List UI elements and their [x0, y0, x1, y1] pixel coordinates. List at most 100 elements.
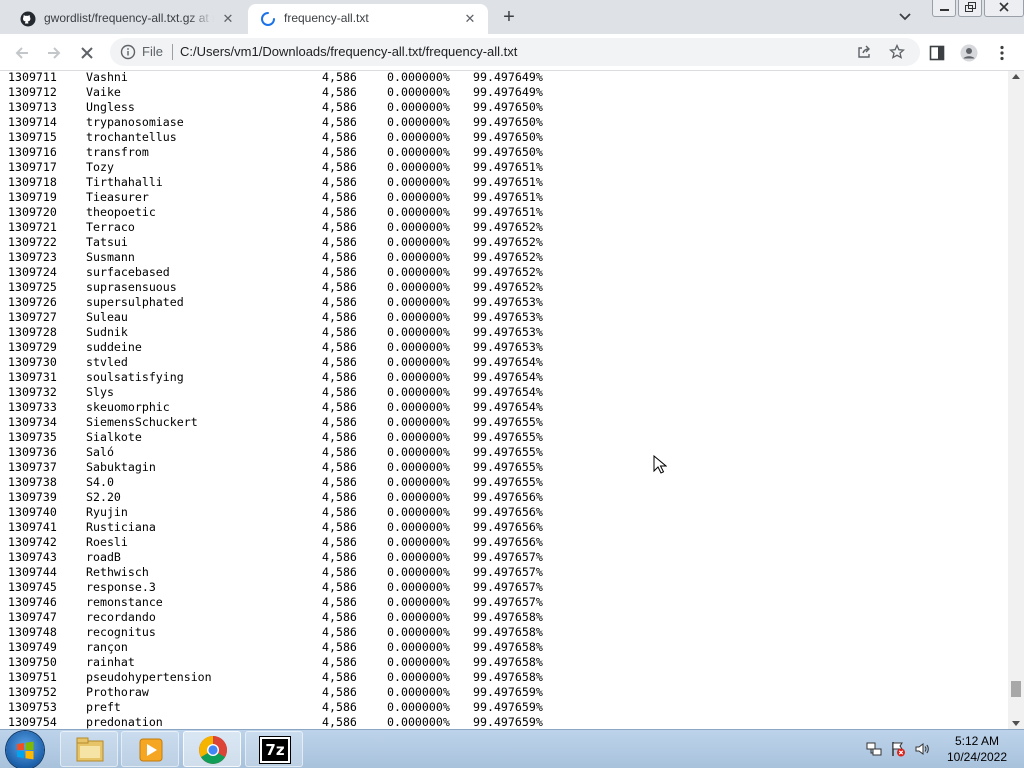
row-percent: 0.000000%	[387, 640, 450, 654]
7zip-label: 7z	[265, 741, 285, 759]
row-percent: 0.000000%	[387, 685, 450, 699]
start-button[interactable]	[6, 731, 44, 768]
minimize-button[interactable]	[932, 0, 956, 17]
taskbar-media-player[interactable]	[121, 731, 179, 767]
row-word: Sabuktagin	[86, 460, 156, 474]
row-word: rançon	[86, 640, 128, 654]
back-arrow-icon[interactable]	[11, 42, 33, 64]
row-percent: 0.000000%	[387, 205, 450, 219]
row-percent: 0.000000%	[387, 565, 450, 579]
row-cumulative-percent: 99.497658%	[473, 670, 543, 684]
row-index: 1309732	[8, 385, 57, 399]
close-window-button[interactable]	[984, 0, 1024, 17]
row-index: 1309738	[8, 475, 57, 489]
row-percent: 0.000000%	[387, 71, 450, 84]
restore-icon	[965, 2, 976, 12]
new-tab-button[interactable]: +	[498, 6, 520, 28]
share-icon[interactable]	[856, 44, 872, 60]
media-player-icon	[139, 738, 163, 762]
row-count: 4,586	[322, 295, 357, 309]
row-count: 4,586	[322, 220, 357, 234]
row-percent: 0.000000%	[387, 670, 450, 684]
row-word: trochantellus	[86, 130, 177, 144]
row-count: 4,586	[322, 190, 357, 204]
row-word: skeuomorphic	[86, 400, 170, 414]
row-word: Susmann	[86, 250, 135, 264]
volume-speaker-icon[interactable]	[914, 741, 930, 757]
row-word: S4.0	[86, 475, 114, 489]
taskbar-file-explorer[interactable]	[60, 731, 118, 767]
row-index: 1309725	[8, 280, 57, 294]
scrollbar-thumb[interactable]	[1011, 681, 1021, 697]
row-count: 4,586	[322, 71, 357, 84]
row-index: 1309724	[8, 265, 57, 279]
info-icon[interactable]	[120, 44, 136, 60]
system-clock[interactable]: 5:12 AM 10/24/2022	[936, 733, 1018, 765]
row-index: 1309754	[8, 715, 57, 729]
row-cumulative-percent: 99.497658%	[473, 640, 543, 654]
row-count: 4,586	[322, 580, 357, 594]
row-count: 4,586	[322, 400, 357, 414]
close-tab-icon[interactable]: ✕	[220, 11, 236, 27]
row-count: 4,586	[322, 445, 357, 459]
row-count: 4,586	[322, 430, 357, 444]
row-count: 4,586	[322, 385, 357, 399]
row-word: recognitus	[86, 625, 156, 639]
row-cumulative-percent: 99.497657%	[473, 580, 543, 594]
row-percent: 0.000000%	[387, 370, 450, 384]
restore-button[interactable]	[958, 0, 982, 17]
row-index: 1309718	[8, 175, 57, 189]
close-tab-icon[interactable]: ✕	[462, 11, 478, 27]
network-icon[interactable]	[866, 741, 882, 757]
row-index: 1309742	[8, 535, 57, 549]
row-word: supersulphated	[86, 295, 184, 309]
stop-loading-icon[interactable]	[76, 42, 98, 64]
row-count: 4,586	[322, 280, 357, 294]
profile-avatar-icon[interactable]	[960, 44, 978, 62]
side-panel-icon[interactable]	[928, 44, 946, 62]
row-cumulative-percent: 99.497657%	[473, 595, 543, 609]
row-word: Saló	[86, 445, 114, 459]
taskbar-7zip[interactable]: 7z	[245, 731, 303, 767]
address-bar[interactable]: File C:/Users/vm1/Downloads/frequency-al…	[110, 38, 920, 66]
row-count: 4,586	[322, 715, 357, 729]
row-count: 4,586	[322, 685, 357, 699]
url-text[interactable]: C:/Users/vm1/Downloads/frequency-all.txt…	[180, 44, 517, 59]
more-menu-icon[interactable]	[993, 44, 1011, 62]
row-word: pseudohypertension	[86, 670, 212, 684]
vertical-scrollbar[interactable]	[1008, 71, 1024, 729]
browser-toolbar: File C:/Users/vm1/Downloads/frequency-al…	[0, 34, 1024, 71]
row-count: 4,586	[322, 460, 357, 474]
row-word: Vashni	[86, 71, 128, 84]
row-count: 4,586	[322, 235, 357, 249]
tab-gwordlist[interactable]: gwordlist/frequency-all.txt.gz at master…	[8, 4, 246, 34]
taskbar-chrome[interactable]	[183, 731, 241, 767]
row-index: 1309722	[8, 235, 57, 249]
row-count: 4,586	[322, 130, 357, 144]
row-count: 4,586	[322, 550, 357, 564]
chevron-down-icon[interactable]	[896, 9, 914, 25]
scroll-up-arrow-icon[interactable]	[1012, 73, 1020, 79]
tab-frequency-all[interactable]: frequency-all.txt ✕	[248, 4, 488, 34]
row-cumulative-percent: 99.497653%	[473, 325, 543, 339]
row-word: transfrom	[86, 145, 149, 159]
row-word: Terraco	[86, 220, 135, 234]
row-index: 1309723	[8, 250, 57, 264]
row-cumulative-percent: 99.497655%	[473, 430, 543, 444]
row-index: 1309751	[8, 670, 57, 684]
scroll-down-arrow-icon[interactable]	[1012, 721, 1020, 727]
row-percent: 0.000000%	[387, 280, 450, 294]
row-percent: 0.000000%	[387, 580, 450, 594]
bookmark-star-icon[interactable]	[889, 44, 905, 60]
forward-arrow-icon[interactable]	[43, 42, 65, 64]
row-cumulative-percent: 99.497658%	[473, 625, 543, 639]
row-index: 1309712	[8, 85, 57, 99]
row-count: 4,586	[322, 205, 357, 219]
row-index: 1309753	[8, 700, 57, 714]
row-index: 1309736	[8, 445, 57, 459]
clock-date: 10/24/2022	[946, 750, 1008, 764]
action-center-alert-icon[interactable]	[890, 741, 906, 757]
row-index: 1309737	[8, 460, 57, 474]
row-count: 4,586	[322, 655, 357, 669]
row-percent: 0.000000%	[387, 385, 450, 399]
